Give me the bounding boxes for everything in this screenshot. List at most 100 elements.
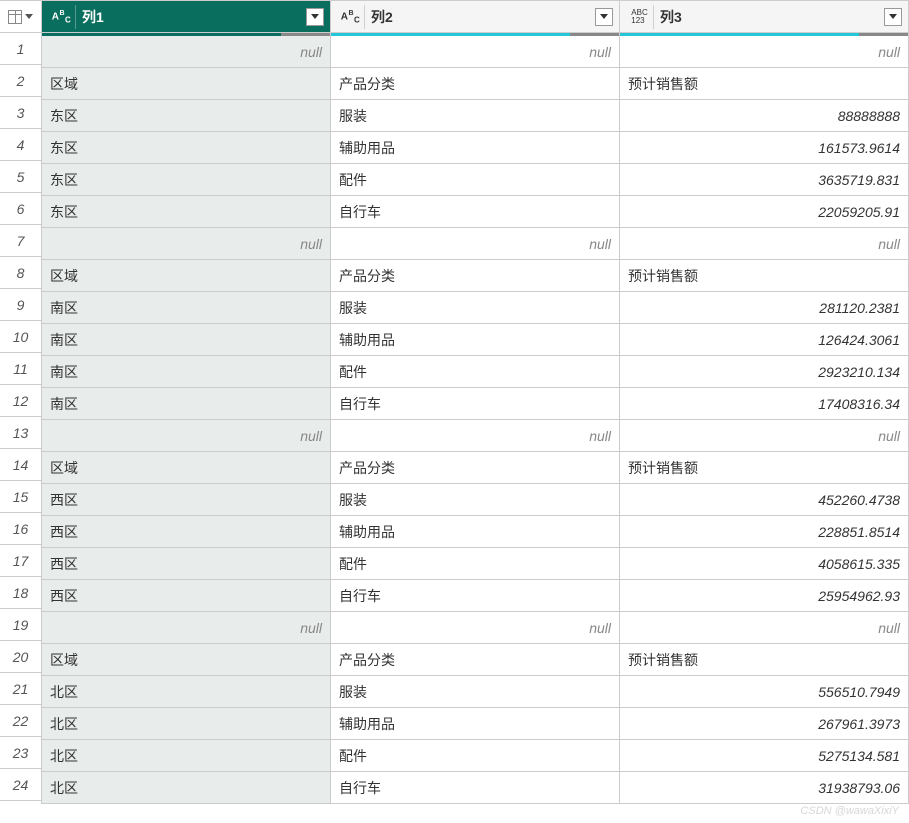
row-number[interactable]: 23 — [0, 737, 41, 769]
cell[interactable]: 区域 — [42, 644, 330, 676]
cell[interactable]: 228851.8514 — [620, 516, 908, 548]
cell[interactable]: 556510.7949 — [620, 676, 908, 708]
cell[interactable]: null — [620, 228, 908, 260]
cell[interactable]: 区域 — [42, 68, 330, 100]
cell[interactable]: 自行车 — [331, 772, 619, 804]
row-number[interactable]: 20 — [0, 641, 41, 673]
cell[interactable]: 东区 — [42, 100, 330, 132]
cell[interactable]: 31938793.06 — [620, 772, 908, 804]
column-header[interactable]: ABC列2 — [331, 1, 619, 33]
cell[interactable]: 辅助用品 — [331, 324, 619, 356]
cell[interactable]: null — [42, 228, 330, 260]
row-number[interactable]: 3 — [0, 97, 41, 129]
cell[interactable]: 服装 — [331, 484, 619, 516]
cell[interactable]: 267961.3973 — [620, 708, 908, 740]
cell[interactable]: 西区 — [42, 484, 330, 516]
cell[interactable]: null — [331, 420, 619, 452]
cell[interactable]: 产品分类 — [331, 260, 619, 292]
cell[interactable]: 服装 — [331, 100, 619, 132]
cell[interactable]: null — [42, 612, 330, 644]
cell[interactable]: null — [331, 36, 619, 68]
cell[interactable]: 区域 — [42, 260, 330, 292]
cell[interactable]: 区域 — [42, 452, 330, 484]
row-number[interactable]: 7 — [0, 225, 41, 257]
cell[interactable]: 北区 — [42, 676, 330, 708]
cell[interactable]: 西区 — [42, 580, 330, 612]
cell[interactable]: 配件 — [331, 356, 619, 388]
cell[interactable]: 产品分类 — [331, 452, 619, 484]
cell[interactable]: 南区 — [42, 388, 330, 420]
cell[interactable]: null — [620, 420, 908, 452]
cell[interactable]: 东区 — [42, 132, 330, 164]
cell[interactable]: 自行车 — [331, 388, 619, 420]
cell[interactable]: 88888888 — [620, 100, 908, 132]
cell[interactable]: 产品分类 — [331, 644, 619, 676]
row-number[interactable]: 11 — [0, 353, 41, 385]
cell[interactable]: 3635719.831 — [620, 164, 908, 196]
cell[interactable]: 预计销售额 — [620, 452, 908, 484]
cell[interactable]: 北区 — [42, 708, 330, 740]
row-number[interactable]: 18 — [0, 577, 41, 609]
cell[interactable]: 4058615.335 — [620, 548, 908, 580]
cell[interactable]: 22059205.91 — [620, 196, 908, 228]
cell[interactable]: null — [42, 36, 330, 68]
row-number[interactable]: 24 — [0, 769, 41, 801]
cell[interactable]: 281120.2381 — [620, 292, 908, 324]
cell[interactable]: 预计销售额 — [620, 68, 908, 100]
cell[interactable]: 25954962.93 — [620, 580, 908, 612]
cell[interactable]: 服装 — [331, 676, 619, 708]
column-header[interactable]: ABC列1 — [42, 1, 330, 33]
cell[interactable]: null — [620, 612, 908, 644]
cell[interactable]: null — [331, 612, 619, 644]
cell[interactable]: null — [42, 420, 330, 452]
cell[interactable]: 预计销售额 — [620, 260, 908, 292]
cell[interactable]: 东区 — [42, 196, 330, 228]
cell[interactable]: 北区 — [42, 772, 330, 804]
cell[interactable]: 辅助用品 — [331, 708, 619, 740]
column-filter-button[interactable] — [884, 8, 902, 26]
row-number[interactable]: 10 — [0, 321, 41, 353]
column-filter-button[interactable] — [306, 8, 324, 26]
row-number[interactable]: 5 — [0, 161, 41, 193]
select-all-corner[interactable] — [0, 1, 41, 33]
cell[interactable]: 辅助用品 — [331, 516, 619, 548]
cell[interactable]: 南区 — [42, 292, 330, 324]
row-number[interactable]: 1 — [0, 33, 41, 65]
cell[interactable]: 产品分类 — [331, 68, 619, 100]
cell[interactable]: 配件 — [331, 548, 619, 580]
cell[interactable]: null — [331, 228, 619, 260]
row-number[interactable]: 4 — [0, 129, 41, 161]
cell[interactable]: 126424.3061 — [620, 324, 908, 356]
type-picker[interactable]: ABC123 — [626, 5, 654, 29]
cell[interactable]: 服装 — [331, 292, 619, 324]
type-picker[interactable]: ABC — [337, 5, 365, 29]
row-number[interactable]: 15 — [0, 481, 41, 513]
cell[interactable]: 161573.9614 — [620, 132, 908, 164]
row-number[interactable]: 8 — [0, 257, 41, 289]
cell[interactable]: 5275134.581 — [620, 740, 908, 772]
cell[interactable]: 配件 — [331, 164, 619, 196]
row-number[interactable]: 16 — [0, 513, 41, 545]
cell[interactable]: 北区 — [42, 740, 330, 772]
cell[interactable]: 南区 — [42, 324, 330, 356]
row-number[interactable]: 17 — [0, 545, 41, 577]
cell[interactable]: 西区 — [42, 516, 330, 548]
column-header[interactable]: ABC123列3 — [620, 1, 908, 33]
row-number[interactable]: 14 — [0, 449, 41, 481]
cell[interactable]: 自行车 — [331, 196, 619, 228]
row-number[interactable]: 2 — [0, 65, 41, 97]
cell[interactable]: 452260.4738 — [620, 484, 908, 516]
cell[interactable]: 配件 — [331, 740, 619, 772]
row-number[interactable]: 22 — [0, 705, 41, 737]
cell[interactable]: 17408316.34 — [620, 388, 908, 420]
cell[interactable]: 2923210.134 — [620, 356, 908, 388]
cell[interactable]: null — [620, 36, 908, 68]
cell[interactable]: 南区 — [42, 356, 330, 388]
row-number[interactable]: 12 — [0, 385, 41, 417]
cell[interactable]: 西区 — [42, 548, 330, 580]
cell[interactable]: 东区 — [42, 164, 330, 196]
cell[interactable]: 预计销售额 — [620, 644, 908, 676]
row-number[interactable]: 13 — [0, 417, 41, 449]
row-number[interactable]: 9 — [0, 289, 41, 321]
column-filter-button[interactable] — [595, 8, 613, 26]
